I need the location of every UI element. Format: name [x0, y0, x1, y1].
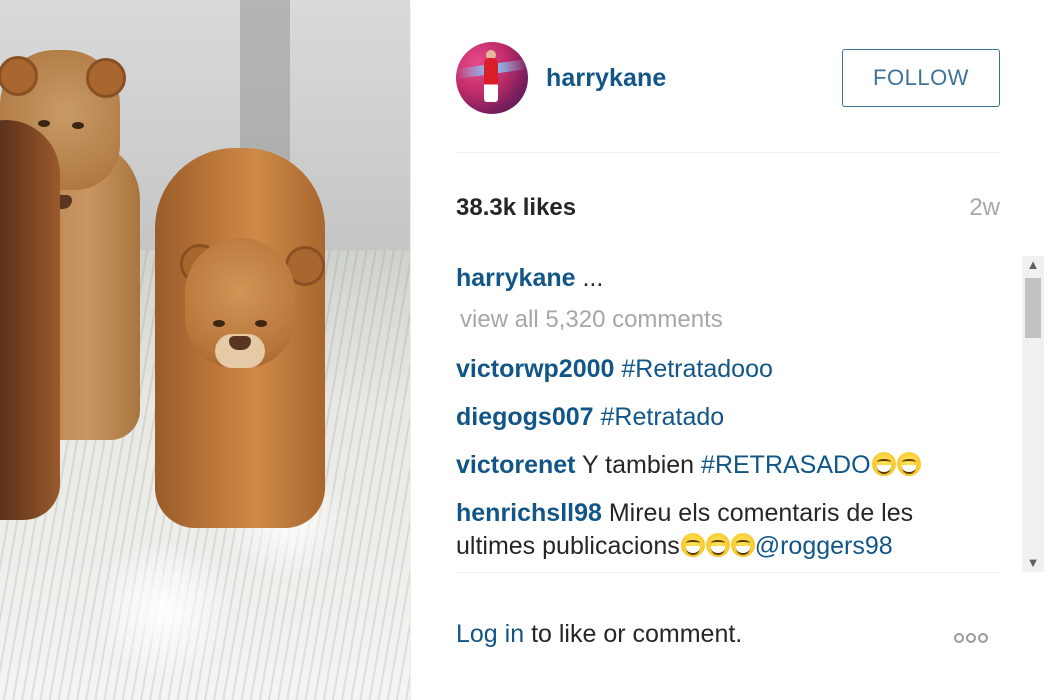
post-details-panel: harrykane FOLLOW 38.3k likes 2w harrykan…	[410, 0, 1050, 700]
mention-link[interactable]: @roggers98	[755, 532, 893, 560]
hashtag-link[interactable]: #RETRASADO	[701, 451, 870, 479]
comment-text	[594, 403, 601, 431]
scroll-up-arrow-icon[interactable]: ▲	[1022, 256, 1044, 274]
laughing-emoji-icon	[730, 533, 755, 557]
avatar[interactable]	[456, 42, 528, 114]
laughing-emoji-icon	[896, 452, 921, 476]
comment-username[interactable]: henrichsll98	[456, 499, 602, 527]
likes-count[interactable]: 38.3k likes	[456, 194, 576, 222]
caption: harrykane ...	[456, 262, 976, 295]
more-options-icon[interactable]	[952, 630, 1000, 644]
comment-username[interactable]: victorwp2000	[456, 355, 614, 383]
scroll-down-arrow-icon[interactable]: ▼	[1022, 554, 1044, 572]
laughing-emoji-icon	[680, 533, 705, 557]
post-image[interactable]	[0, 0, 410, 700]
login-link[interactable]: Log in	[456, 620, 524, 648]
divider	[456, 572, 1000, 573]
login-rest-text: to like or comment.	[524, 620, 743, 648]
comment-item: henrichsll98 Mireu els comentaris de les…	[456, 497, 976, 563]
comment-item: victorwp2000 #Retratadooo	[456, 353, 976, 386]
comment-item: victorenet Y tambien #RETRASADO	[456, 449, 976, 482]
comment-username[interactable]: diegogs007	[456, 403, 594, 431]
view-all-comments-link[interactable]: view all 5,320 comments	[460, 303, 1024, 336]
follow-button[interactable]: FOLLOW	[842, 49, 1000, 107]
login-prompt: Log in to like or comment.	[456, 620, 1000, 654]
comment-item: diegogs007 #Retratado	[456, 401, 976, 434]
lion-dark-mane	[0, 120, 70, 540]
hashtag-link[interactable]: #Retratado	[601, 403, 725, 431]
comments-list[interactable]: harrykane ... view all 5,320 comments vi…	[456, 262, 1024, 572]
post-time[interactable]: 2w	[969, 194, 1000, 222]
post-header: harrykane FOLLOW	[456, 42, 1000, 118]
login-prompt-text: Log in to like or comment.	[456, 620, 742, 648]
comment-text: Y tambien	[575, 451, 702, 479]
hashtag-link[interactable]: #Retratadooo	[621, 355, 773, 383]
lioness-front	[145, 148, 330, 538]
divider	[456, 152, 1000, 153]
comments-scrollbar[interactable]: ▲ ▼	[1022, 256, 1044, 572]
caption-username[interactable]: harrykane	[456, 264, 576, 292]
laughing-emoji-icon	[871, 452, 896, 476]
panel-divider	[410, 6, 411, 700]
scroll-thumb[interactable]	[1025, 278, 1041, 338]
post-stats: 38.3k likes 2w	[456, 194, 1000, 224]
laughing-emoji-icon	[705, 533, 730, 557]
caption-text: ...	[575, 264, 604, 292]
username-link[interactable]: harrykane	[546, 64, 666, 93]
comment-username[interactable]: victorenet	[456, 451, 575, 479]
